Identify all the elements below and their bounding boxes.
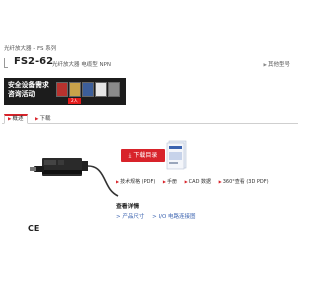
cad-data-link[interactable]: ▶CAD 数据 <box>185 179 211 185</box>
download-catalog-button[interactable]: ⤓ 下载目录 <box>121 149 165 162</box>
breadcrumb[interactable]: 光纤放大器 - FS 系列 <box>4 44 56 52</box>
book-icon <box>108 82 120 97</box>
banner-books-image <box>56 80 122 98</box>
banner-badge: 2人 <box>68 98 81 104</box>
banner-line-2: 咨询活动 <box>8 90 36 98</box>
triangle-icon: ▶ <box>35 117 39 122</box>
product-title-row: FS2-62 光纤放大器 电缆型 NPN ▶其他型号 <box>2 56 298 70</box>
product-image <box>30 158 119 197</box>
book-icon <box>69 82 81 97</box>
view-360-link[interactable]: ▶360°查看 (3D PDF) <box>219 179 269 185</box>
triangle-icon: ▶ <box>8 117 12 122</box>
manual-link[interactable]: ▶手册 <box>163 179 177 185</box>
product-description: 光纤放大器 电缆型 NPN <box>52 62 112 68</box>
promo-banner[interactable]: 安全设备需求 咨询活动 2人 <box>4 78 126 105</box>
manual-label: 手册 <box>166 179 177 185</box>
other-models-link[interactable]: ▶其他型号 <box>264 60 290 68</box>
download-icon: ⤓ <box>128 152 132 159</box>
tab-overview-label: 概述 <box>12 116 24 122</box>
banner-text: 安全设备需求 咨询活动 <box>8 81 49 99</box>
book-icon <box>95 82 107 97</box>
page-title: FS2-62 <box>14 56 54 67</box>
tab-bar: ▶概述 ▶下载 <box>2 114 298 124</box>
tab-overview[interactable]: ▶概述 <box>4 114 28 124</box>
resource-links: ▶技术规格 (PDF) ▶手册 ▶CAD 数据 ▶360°查看 (3D PDF) <box>116 178 275 185</box>
download-button-label: 下载目录 <box>133 152 158 159</box>
spec-pdf-link[interactable]: ▶技术规格 (PDF) <box>116 179 155 185</box>
tab-download[interactable]: ▶下载 <box>32 114 53 124</box>
view-360-label: 360°查看 (3D PDF) <box>222 179 269 185</box>
triangle-icon: ▶ <box>218 179 222 184</box>
triangle-icon: ▶ <box>184 179 188 184</box>
other-models-label: 其他型号 <box>267 62 290 68</box>
chevron-right-icon: ▶ <box>263 63 267 68</box>
io-circuit-link[interactable]: > I/O 电路连接图 <box>152 214 195 220</box>
banner-line-1: 安全设备需求 <box>8 81 49 89</box>
details-links: > 产品尺寸 > I/O 电路连接图 <box>116 212 202 220</box>
book-icon <box>56 82 68 97</box>
ce-mark: CE <box>28 224 40 233</box>
dimensions-link[interactable]: > 产品尺寸 <box>116 214 144 220</box>
triangle-icon: ▶ <box>116 179 120 184</box>
tab-download-label: 下载 <box>39 116 51 122</box>
book-icon <box>82 82 94 97</box>
cad-data-label: CAD 数据 <box>188 179 212 185</box>
details-title: 查看详情 <box>116 204 140 210</box>
title-corner-decoration <box>4 58 8 68</box>
catalog-thumbnail[interactable] <box>166 140 188 170</box>
spec-pdf-label: 技术规格 (PDF) <box>120 179 156 185</box>
triangle-icon: ▶ <box>162 179 166 184</box>
